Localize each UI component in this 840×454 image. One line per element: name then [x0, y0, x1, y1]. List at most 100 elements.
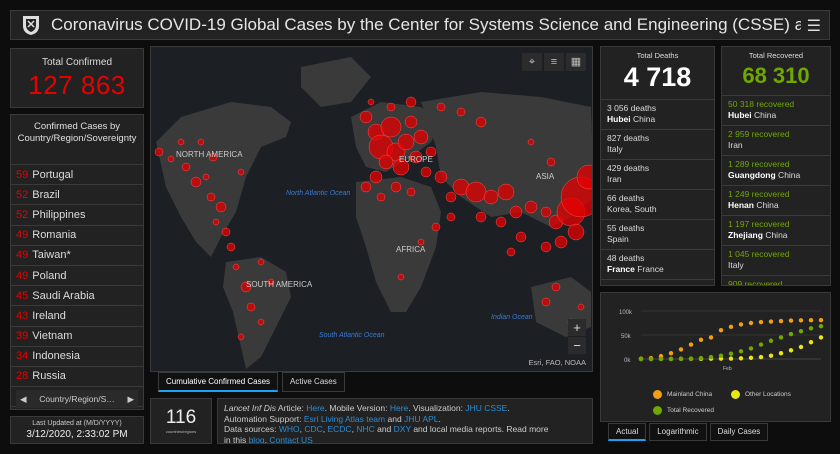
deaths-list-item[interactable]: 827 deaths Italy	[601, 129, 714, 159]
who-link[interactable]: WHO	[279, 424, 300, 434]
chart-point-mainland-china[interactable]	[718, 328, 724, 333]
case-bubble[interactable]	[257, 258, 265, 266]
country-list-item[interactable]: 49 Taiwan*	[11, 246, 143, 266]
chart-point-mainland-china[interactable]	[708, 335, 714, 340]
chart-point-total-recovered[interactable]	[768, 338, 774, 343]
case-bubble[interactable]	[456, 107, 466, 117]
tab-logarithmic[interactable]: Logarithmic	[649, 423, 707, 441]
case-bubble[interactable]	[527, 138, 535, 146]
country-list-item[interactable]: 28 Russia	[11, 367, 143, 388]
chart-point-mainland-china[interactable]	[728, 324, 734, 330]
case-bubble[interactable]	[475, 211, 487, 223]
case-bubble[interactable]	[367, 98, 375, 106]
chart-point-total-recovered[interactable]	[718, 353, 724, 358]
chart-point-mainland-china[interactable]	[688, 342, 694, 347]
case-bubble[interactable]	[546, 157, 556, 167]
case-bubble[interactable]	[232, 263, 240, 271]
chart-point-mainland-china[interactable]	[818, 317, 824, 323]
case-bubble[interactable]	[212, 218, 220, 226]
chart-point-mainland-china[interactable]	[758, 319, 764, 325]
case-bubble[interactable]	[405, 96, 417, 108]
case-bubble[interactable]	[221, 227, 231, 237]
chart-point-total-recovered[interactable]	[758, 342, 764, 347]
case-bubble[interactable]	[554, 235, 568, 249]
country-list-item[interactable]: 52 Brazil	[11, 185, 143, 206]
chart-point-mainland-china[interactable]	[698, 337, 704, 342]
deaths-list-item[interactable]: 48 deaths France France	[601, 249, 714, 279]
recovered-list[interactable]: 50 318 recovered Hubei China 2 959 recover…	[722, 95, 830, 285]
tab-active-cases[interactable]: Active Cases	[282, 372, 345, 392]
zoom-in-button[interactable]: +	[568, 319, 586, 336]
chart-point-mainland-china[interactable]	[788, 318, 794, 323]
chart-point-other-locations[interactable]	[788, 348, 794, 353]
case-bubble[interactable]	[567, 223, 585, 241]
case-bubble[interactable]	[515, 231, 527, 243]
case-bubble[interactable]	[197, 138, 205, 146]
chart-point-total-recovered[interactable]	[678, 356, 684, 362]
chart-point-mainland-china[interactable]	[668, 351, 674, 356]
case-bubble[interactable]	[541, 297, 551, 307]
chart-point-other-locations[interactable]	[728, 356, 734, 361]
case-bubble[interactable]	[540, 241, 552, 253]
country-list-item[interactable]: 34 Indonesia	[11, 347, 143, 367]
case-bubble[interactable]	[483, 189, 499, 205]
recovered-list-item[interactable]: 2 959 recovered Iran	[722, 125, 830, 155]
case-bubble[interactable]	[434, 170, 448, 184]
chart-point-other-locations[interactable]	[798, 344, 804, 350]
case-bubble[interactable]	[406, 187, 416, 197]
case-bubble[interactable]	[497, 183, 515, 201]
country-list-item[interactable]: 59 Portugal	[11, 165, 143, 186]
case-bubble[interactable]	[495, 216, 507, 228]
case-bubble[interactable]	[226, 242, 236, 252]
recovered-list-item[interactable]: 1 289 recovered Guangdong China	[722, 155, 830, 185]
case-bubble[interactable]	[524, 200, 538, 214]
chart-point-mainland-china[interactable]	[738, 322, 744, 327]
tab-cumulative-confirmed[interactable]: Cumulative Confirmed Cases	[158, 372, 279, 392]
jhu-csse-link[interactable]: JHU CSSE	[465, 403, 507, 413]
case-bubble[interactable]	[246, 302, 256, 312]
article-link[interactable]: Here	[306, 403, 324, 413]
country-list-item[interactable]: 39 Vietnam	[11, 327, 143, 347]
chart-point-total-recovered[interactable]	[648, 356, 654, 362]
case-bubble[interactable]	[369, 170, 383, 184]
chart-point-other-locations[interactable]	[768, 353, 774, 358]
chart-series[interactable]	[638, 317, 824, 362]
chart-point-mainland-china[interactable]	[778, 318, 784, 324]
bookmark-icon[interactable]: ⌖	[522, 53, 542, 71]
map-canvas[interactable]: NORTH AMERICA SOUTH AMERICA EUROPE AFRIC…	[151, 47, 593, 372]
chevron-right-icon[interactable]: ▶	[127, 394, 134, 405]
case-bubble[interactable]	[206, 192, 216, 202]
blog-link[interactable]: blog	[249, 435, 265, 444]
case-bubble[interactable]	[397, 273, 405, 281]
case-bubble[interactable]	[540, 206, 552, 218]
case-bubble[interactable]	[551, 282, 561, 292]
case-bubble[interactable]	[215, 201, 227, 213]
deaths-list-item[interactable]: 55 deaths Spain	[601, 219, 714, 249]
world-map[interactable]: NORTH AMERICA SOUTH AMERICA EUROPE AFRIC…	[150, 46, 593, 372]
chart-point-other-locations[interactable]	[808, 340, 814, 345]
chart-point-total-recovered[interactable]	[778, 335, 784, 340]
ecdc-link[interactable]: ECDC	[327, 424, 351, 434]
chevron-left-icon[interactable]: ◀	[20, 394, 27, 405]
recovered-list-item[interactable]: 1 249 recovered Henan China	[722, 185, 830, 215]
nhc-link[interactable]: NHC	[356, 424, 374, 434]
case-bubble[interactable]	[237, 168, 245, 176]
chart-point-other-locations[interactable]	[818, 335, 824, 340]
deaths-list-item[interactable]: 429 deaths Iran	[601, 159, 714, 189]
case-bubble[interactable]	[190, 176, 202, 188]
cdc-link[interactable]: CDC	[304, 424, 322, 434]
recovered-list-item[interactable]: 1 045 recovered Italy	[722, 245, 830, 275]
chart-point-total-recovered[interactable]	[748, 346, 754, 351]
case-bubble[interactable]	[577, 303, 585, 311]
list-icon[interactable]: ≡	[544, 53, 564, 71]
deaths-list-item[interactable]: 30 deaths	[601, 279, 714, 285]
chart-point-total-recovered[interactable]	[668, 356, 674, 362]
case-bubble[interactable]	[413, 129, 429, 145]
chart-point-other-locations[interactable]	[748, 355, 754, 360]
chart-point-mainland-china[interactable]	[808, 318, 814, 323]
case-bubble[interactable]	[181, 162, 191, 172]
case-bubble[interactable]	[404, 115, 418, 129]
chart-point-mainland-china[interactable]	[768, 319, 774, 324]
country-list-item[interactable]: 52 Philippines	[11, 205, 143, 226]
chart-point-total-recovered[interactable]	[738, 349, 744, 354]
